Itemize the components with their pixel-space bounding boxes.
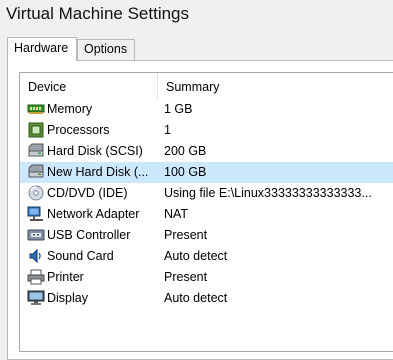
device-label: Printer bbox=[47, 270, 84, 284]
summary-value: 100 GB bbox=[164, 165, 207, 179]
summary-value: Auto detect bbox=[164, 291, 228, 305]
summary-value: 1 bbox=[164, 123, 171, 137]
device-label: Sound Card bbox=[47, 249, 114, 263]
summary-value: Auto detect bbox=[164, 249, 228, 263]
device-label: CD/DVD (IDE) bbox=[47, 186, 128, 200]
summary-value: Present bbox=[164, 270, 208, 284]
window-title: Virtual Machine Settings bbox=[6, 4, 190, 23]
table-row-printer[interactable]: Printer Present bbox=[20, 267, 393, 288]
device-label: USB Controller bbox=[47, 228, 131, 242]
device-label: Processors bbox=[47, 123, 110, 137]
summary-value: Present bbox=[164, 228, 208, 242]
table-row-cd-dvd[interactable]: CD/DVD (IDE) Using file E:\Linux33333333… bbox=[20, 183, 393, 204]
summary-value: Using file E:\Linux33333333333333... bbox=[164, 186, 372, 200]
summary-value: 1 GB bbox=[164, 102, 193, 116]
table-row-processors[interactable]: Processors 1 bbox=[20, 120, 393, 141]
table-row-hard-disk-scsi[interactable]: Hard Disk (SCSI) 200 GB bbox=[20, 141, 393, 162]
memory-icon bbox=[27, 101, 45, 117]
hard-disk-icon bbox=[27, 164, 45, 180]
display-icon bbox=[27, 290, 45, 306]
summary-value: 200 GB bbox=[164, 144, 207, 158]
printer-icon bbox=[27, 269, 45, 285]
table-row-display[interactable]: Display Auto detect bbox=[20, 288, 393, 309]
table-row-usb-controller[interactable]: USB Controller Present bbox=[20, 225, 393, 246]
device-label: Hard Disk (SCSI) bbox=[47, 144, 143, 158]
tab-hardware[interactable]: Hardware bbox=[7, 37, 77, 61]
device-label: Display bbox=[47, 291, 88, 305]
summary-value: NAT bbox=[164, 207, 189, 221]
sound-card-icon bbox=[27, 248, 45, 264]
network-adapter-icon bbox=[27, 206, 45, 222]
hard-disk-icon bbox=[27, 143, 45, 159]
column-header-summary[interactable]: Summary bbox=[158, 73, 393, 99]
device-list[interactable]: Device Summary Memory 1 GB Processors 1 bbox=[19, 72, 393, 352]
table-row-new-hard-disk[interactable]: New Hard Disk (... 100 GB bbox=[20, 162, 393, 183]
device-label: Memory bbox=[47, 102, 93, 116]
device-label: Network Adapter bbox=[47, 207, 140, 221]
table-row-memory[interactable]: Memory 1 GB bbox=[20, 99, 393, 120]
device-label: New Hard Disk (... bbox=[47, 165, 149, 179]
column-header-device[interactable]: Device bbox=[20, 73, 158, 99]
processor-icon bbox=[27, 122, 45, 138]
cd-dvd-icon bbox=[27, 185, 45, 201]
table-row-network-adapter[interactable]: Network Adapter NAT bbox=[20, 204, 393, 225]
tab-options[interactable]: Options bbox=[77, 39, 135, 60]
list-header: Device Summary bbox=[20, 73, 393, 99]
usb-icon bbox=[27, 227, 45, 243]
table-row-sound-card[interactable]: Sound Card Auto detect bbox=[20, 246, 393, 267]
